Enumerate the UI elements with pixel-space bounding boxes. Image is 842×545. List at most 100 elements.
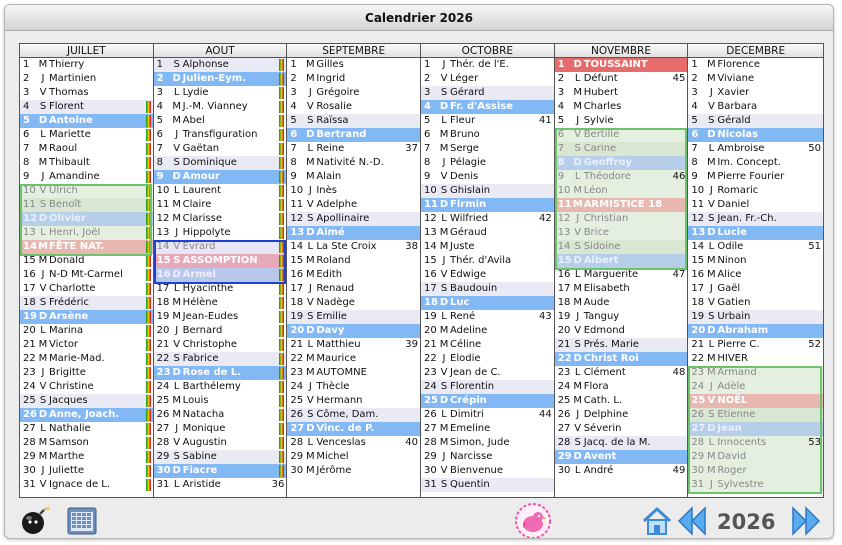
day-row[interactable]: 1 M Florence [688, 58, 823, 72]
day-row[interactable]: 14 L Odile 51 [688, 240, 823, 254]
day-row[interactable]: 2 M Viviane [688, 72, 823, 86]
day-row[interactable]: 30 M Roger [688, 464, 824, 478]
day-row[interactable]: 29 M Michel [287, 450, 420, 464]
day-row[interactable]: 11 V Daniel [688, 198, 823, 212]
pink-bird-mascot-icon[interactable] [513, 503, 553, 538]
day-row[interactable]: 26 M Natacha [154, 408, 287, 422]
day-row[interactable]: 22 M Maurice [287, 352, 420, 366]
day-row[interactable]: 11MARMISTICE 18 [554, 198, 688, 212]
day-row[interactable]: 3 M Hubert [555, 86, 688, 100]
day-row[interactable]: 25 D Crépin [421, 394, 554, 408]
day-row[interactable]: 20 L Marina [20, 324, 153, 338]
day-row[interactable]: 10 M Léon [554, 184, 688, 198]
day-row[interactable]: 17 V Charlotte [20, 282, 153, 296]
day-row[interactable]: 11 D Firmin [421, 198, 554, 212]
day-row[interactable]: 23 J Brigitte [20, 366, 153, 380]
day-row[interactable]: 28 L Innocents 53 [688, 436, 824, 450]
day-row[interactable]: 15 M Roland [287, 254, 420, 268]
day-row[interactable]: 24 J Thècle [287, 380, 420, 394]
day-row[interactable]: 23 M AUTOMNE [287, 366, 420, 380]
day-row[interactable]: 14 V Evrard [153, 240, 287, 254]
day-row[interactable]: 20 D Davy [287, 324, 421, 338]
day-row[interactable]: 16 D Armel [153, 268, 287, 282]
day-row[interactable]: 17 J Gaël [688, 282, 823, 296]
day-row[interactable]: 14 S Sidoine [554, 240, 688, 254]
day-row[interactable]: 15 J Thér. d'Avila [421, 254, 554, 268]
day-row[interactable]: 2 V Léger [421, 72, 554, 86]
day-row[interactable]: 28 V Augustin [154, 436, 287, 450]
day-row[interactable]: 10 J Romaric [688, 184, 823, 198]
day-row[interactable]: 27 D Vinc. de P. [287, 422, 421, 436]
day-row[interactable]: 14 M Juste [421, 240, 554, 254]
day-row[interactable]: 20 V Edmond [555, 324, 688, 338]
double-chevron-right-icon[interactable] [790, 505, 822, 537]
day-row[interactable]: 25 M Louis [154, 394, 287, 408]
day-row[interactable]: 17 S Baudouin [421, 282, 554, 296]
day-row[interactable]: 8 J Pélagie [421, 156, 554, 170]
day-row[interactable]: 27 D Jean [688, 422, 824, 436]
day-row[interactable]: 10 V Ulrich [20, 184, 153, 198]
day-row[interactable]: 8 D Geoffroy [554, 156, 688, 170]
day-row[interactable]: 9 L Théodore 46 [554, 170, 688, 184]
day-row[interactable]: 21 L Pierre C. 52 [688, 338, 823, 352]
day-row[interactable]: 25 S Jacques [20, 394, 153, 408]
day-row[interactable]: 29 J Narcisse [421, 450, 554, 464]
day-row[interactable]: 5 M Abel [154, 114, 287, 128]
day-row[interactable]: 16 M Alice [688, 268, 823, 282]
day-row[interactable]: 8 M Nativité N.-D. [287, 156, 420, 170]
day-row[interactable]: 24 J Adèle [688, 380, 824, 394]
day-row[interactable]: 16 J N-D Mt-Carmel [20, 268, 153, 282]
day-row[interactable]: 21 M Céline [421, 338, 554, 352]
day-row[interactable]: 19 L René 43 [421, 310, 554, 324]
day-row[interactable]: 28 M Simon, Jude [421, 436, 554, 450]
day-row[interactable]: 25 V Hermann [287, 394, 420, 408]
day-row[interactable]: 5 S Gérald [688, 114, 824, 128]
day-row[interactable]: 27 M Emeline [421, 422, 554, 436]
day-row[interactable]: 20 J Bernard [154, 324, 287, 338]
day-row[interactable]: 16 L Marguerite 47 [555, 268, 688, 282]
day-row[interactable]: 27 L Nathalie [20, 422, 153, 436]
day-row[interactable]: 29 D Avent [554, 450, 688, 464]
day-row[interactable]: 23 D Rose de L. [153, 366, 287, 380]
day-row[interactable]: 9 M Pierre Fourier [688, 170, 823, 184]
day-row[interactable]: 18 M Aude [555, 296, 688, 310]
day-row[interactable]: 5 J Sylvie [555, 114, 688, 128]
day-row[interactable]: 18 V Nadège [287, 296, 420, 310]
day-row[interactable]: 12 J Christian [554, 212, 688, 226]
day-row[interactable]: 9 M Alain [287, 170, 420, 184]
day-row[interactable]: 7 L Reine 37 [287, 142, 420, 156]
day-row[interactable]: 7 M Raoul [20, 142, 153, 156]
day-row[interactable]: 24 V Christine [20, 380, 153, 394]
day-row[interactable]: 26 S Etienne [688, 408, 824, 422]
day-row[interactable]: 30 D Fiacre [153, 464, 287, 478]
day-row[interactable]: 21 M Victor [20, 338, 153, 352]
day-row[interactable]: 9 D Amour [153, 170, 287, 184]
day-row[interactable]: 7 V Gaëtan [154, 142, 287, 156]
day-row[interactable]: 1 M Gilles [287, 58, 420, 72]
day-row[interactable]: 3 L Lydie [154, 86, 287, 100]
day-row[interactable]: 5 L Fleur 41 [421, 114, 554, 128]
day-row[interactable]: 16 V Edwige [421, 268, 554, 282]
day-row[interactable]: 25 M Cath. L. [555, 394, 688, 408]
day-row[interactable]: 19 S Urbain [688, 310, 824, 324]
day-row[interactable]: 11 M Claire [154, 198, 287, 212]
day-row[interactable]: 12 S Jean. Fr.-Ch. [688, 212, 824, 226]
day-row[interactable]: 9 V Denis [421, 170, 554, 184]
day-row[interactable]: 2 L Défunt 45 [555, 72, 688, 86]
day-row[interactable]: 7 M Serge [421, 142, 554, 156]
day-row[interactable]: 6 D Nicolas [688, 128, 824, 142]
day-row[interactable]: 6 D Bertrand [287, 128, 421, 142]
home-icon[interactable] [641, 505, 673, 537]
day-row[interactable]: 22 M HIVER [688, 352, 823, 366]
day-row[interactable]: 3 J Xavier [688, 86, 823, 100]
day-row[interactable]: 18 M Hélène [154, 296, 287, 310]
calendar-grid-icon[interactable] [67, 507, 97, 535]
day-row[interactable]: 26 D Anne, Joach. [20, 408, 153, 422]
day-row[interactable]: 3 S Gérard [421, 86, 554, 100]
day-row[interactable]: 17 J Renaud [287, 282, 420, 296]
day-row[interactable]: 17 L Hyacinthe [154, 282, 287, 296]
day-row[interactable]: 15 M Ninon [688, 254, 823, 268]
day-row[interactable]: 3 J Grégoire [287, 86, 420, 100]
day-row[interactable]: 27 J Monique [154, 422, 287, 436]
day-row[interactable]: 30 J Juliette [20, 464, 153, 478]
